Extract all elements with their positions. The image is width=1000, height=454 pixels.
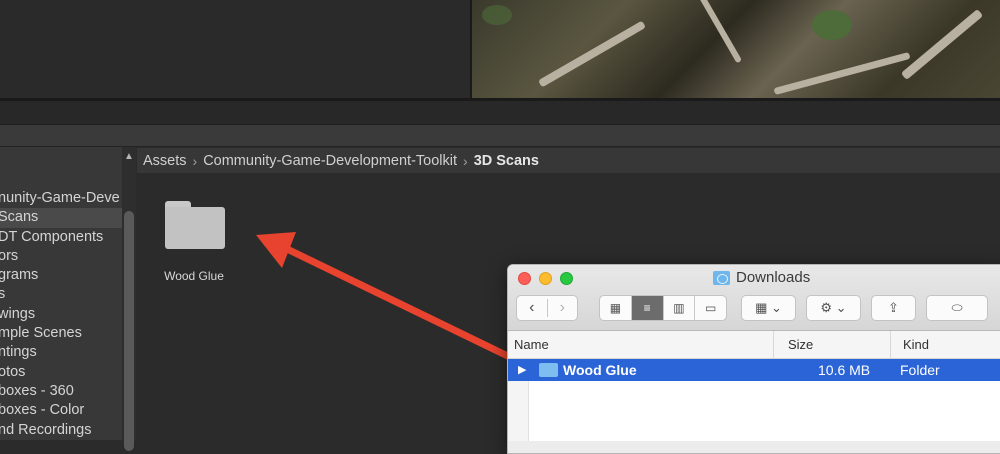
row-name: Wood Glue [563, 362, 637, 378]
leaf-shape [482, 5, 512, 25]
sidebar-item[interactable]: nd Recordings [0, 421, 122, 440]
breadcrumb-3d-scans[interactable]: 3D Scans [474, 153, 539, 169]
twig-shape [773, 52, 911, 95]
sidebar-item[interactable]: mple Scenes [0, 324, 122, 343]
share-button[interactable]: ⇪ [871, 295, 916, 321]
action-gear-button[interactable]: ⚙ ⌄ [806, 295, 861, 321]
breadcrumb-assets[interactable]: Assets [143, 153, 187, 169]
sidebar-item[interactable]: grams [0, 266, 122, 285]
view-mode-group: ▦ ≡ ▥ ▭ [599, 295, 727, 321]
window-title: Downloads [713, 269, 810, 286]
group-by-button[interactable]: ▦ ⌄ [741, 295, 796, 321]
icon-view-button[interactable]: ▦ [600, 296, 631, 320]
finder-titlebar[interactable]: Downloads ‹ › ▦ ≡ ▥ ▭ ▦ ⌄ ⚙ ⌄ ⇪ ⬭ [508, 265, 1000, 331]
sidebar-item[interactable]: boxes - Color [0, 401, 122, 420]
project-header-strip [0, 125, 1000, 147]
project-sidebar: nunity-Game-Deve Scans DT Components ors… [0, 147, 122, 440]
asset-folder-tile[interactable]: Wood Glue [157, 197, 233, 283]
list-empty-area[interactable] [508, 381, 1000, 441]
breadcrumb-toolkit[interactable]: Community-Game-Development-Toolkit [203, 153, 457, 169]
twig-shape [691, 0, 743, 64]
folder-label: Wood Glue [164, 269, 224, 283]
finder-window: Downloads ‹ › ▦ ≡ ▥ ▭ ▦ ⌄ ⚙ ⌄ ⇪ ⬭ Name S… [507, 264, 1000, 454]
tag-button[interactable]: ⬭ [926, 295, 988, 321]
chevron-right-icon: › [463, 152, 468, 169]
sidebar-item[interactable]: nunity-Game-Deve [0, 189, 122, 208]
gallery-view-button[interactable]: ▭ [694, 296, 726, 320]
row-size: 10.6 MB [818, 362, 871, 378]
folder-tree: nunity-Game-Deve Scans DT Components ors… [0, 189, 122, 440]
column-header-name[interactable]: Name [508, 331, 773, 359]
minimize-window-button[interactable] [539, 272, 552, 285]
project-toolbar [0, 101, 1000, 125]
zoom-window-button[interactable] [560, 272, 573, 285]
column-view-button[interactable]: ▥ [662, 296, 695, 320]
breadcrumb: Assets › Community-Game-Development-Tool… [137, 148, 1000, 174]
list-view-button[interactable]: ≡ [630, 296, 663, 320]
close-window-button[interactable] [518, 272, 531, 285]
sidebar-item[interactable]: wings [0, 305, 122, 324]
sidebar-scrollbar[interactable]: ▲ [122, 147, 136, 451]
back-button[interactable]: ‹ [517, 299, 547, 317]
downloads-folder-icon [713, 270, 730, 285]
scroll-thumb[interactable] [124, 211, 134, 451]
sidebar-item[interactable]: DT Components [0, 228, 122, 247]
sidebar-item[interactable]: s [0, 285, 122, 304]
nav-button-group: ‹ › [516, 295, 578, 321]
twig-shape [900, 8, 984, 81]
sidebar-item[interactable]: ntings [0, 343, 122, 362]
chevron-right-icon: › [192, 152, 198, 169]
folder-icon [539, 363, 558, 377]
sidebar-item-selected[interactable]: Scans [0, 208, 122, 228]
twig-shape [538, 20, 646, 88]
list-column-headers: Name Size Kind [508, 331, 1000, 359]
list-gutter [508, 381, 529, 441]
leaf-shape [812, 10, 852, 40]
list-row-selected[interactable]: ▶ Wood Glue 10.6 MB Folder [508, 359, 1000, 381]
column-header-size[interactable]: Size [773, 331, 890, 359]
forward-button[interactable]: › [546, 299, 578, 317]
scroll-up-arrow-icon[interactable]: ▲ [124, 151, 134, 162]
window-title-text: Downloads [736, 269, 811, 286]
sidebar-item[interactable]: otos [0, 363, 122, 382]
sidebar-item[interactable]: boxes - 360 [0, 382, 122, 401]
disclosure-triangle-icon[interactable]: ▶ [518, 363, 526, 376]
column-header-kind[interactable]: Kind [890, 331, 1000, 359]
scene-view-image[interactable] [470, 0, 1000, 100]
sidebar-item[interactable]: ors [0, 247, 122, 266]
folder-icon [165, 197, 225, 249]
upper-panel [0, 0, 470, 100]
row-kind: Folder [900, 362, 940, 378]
